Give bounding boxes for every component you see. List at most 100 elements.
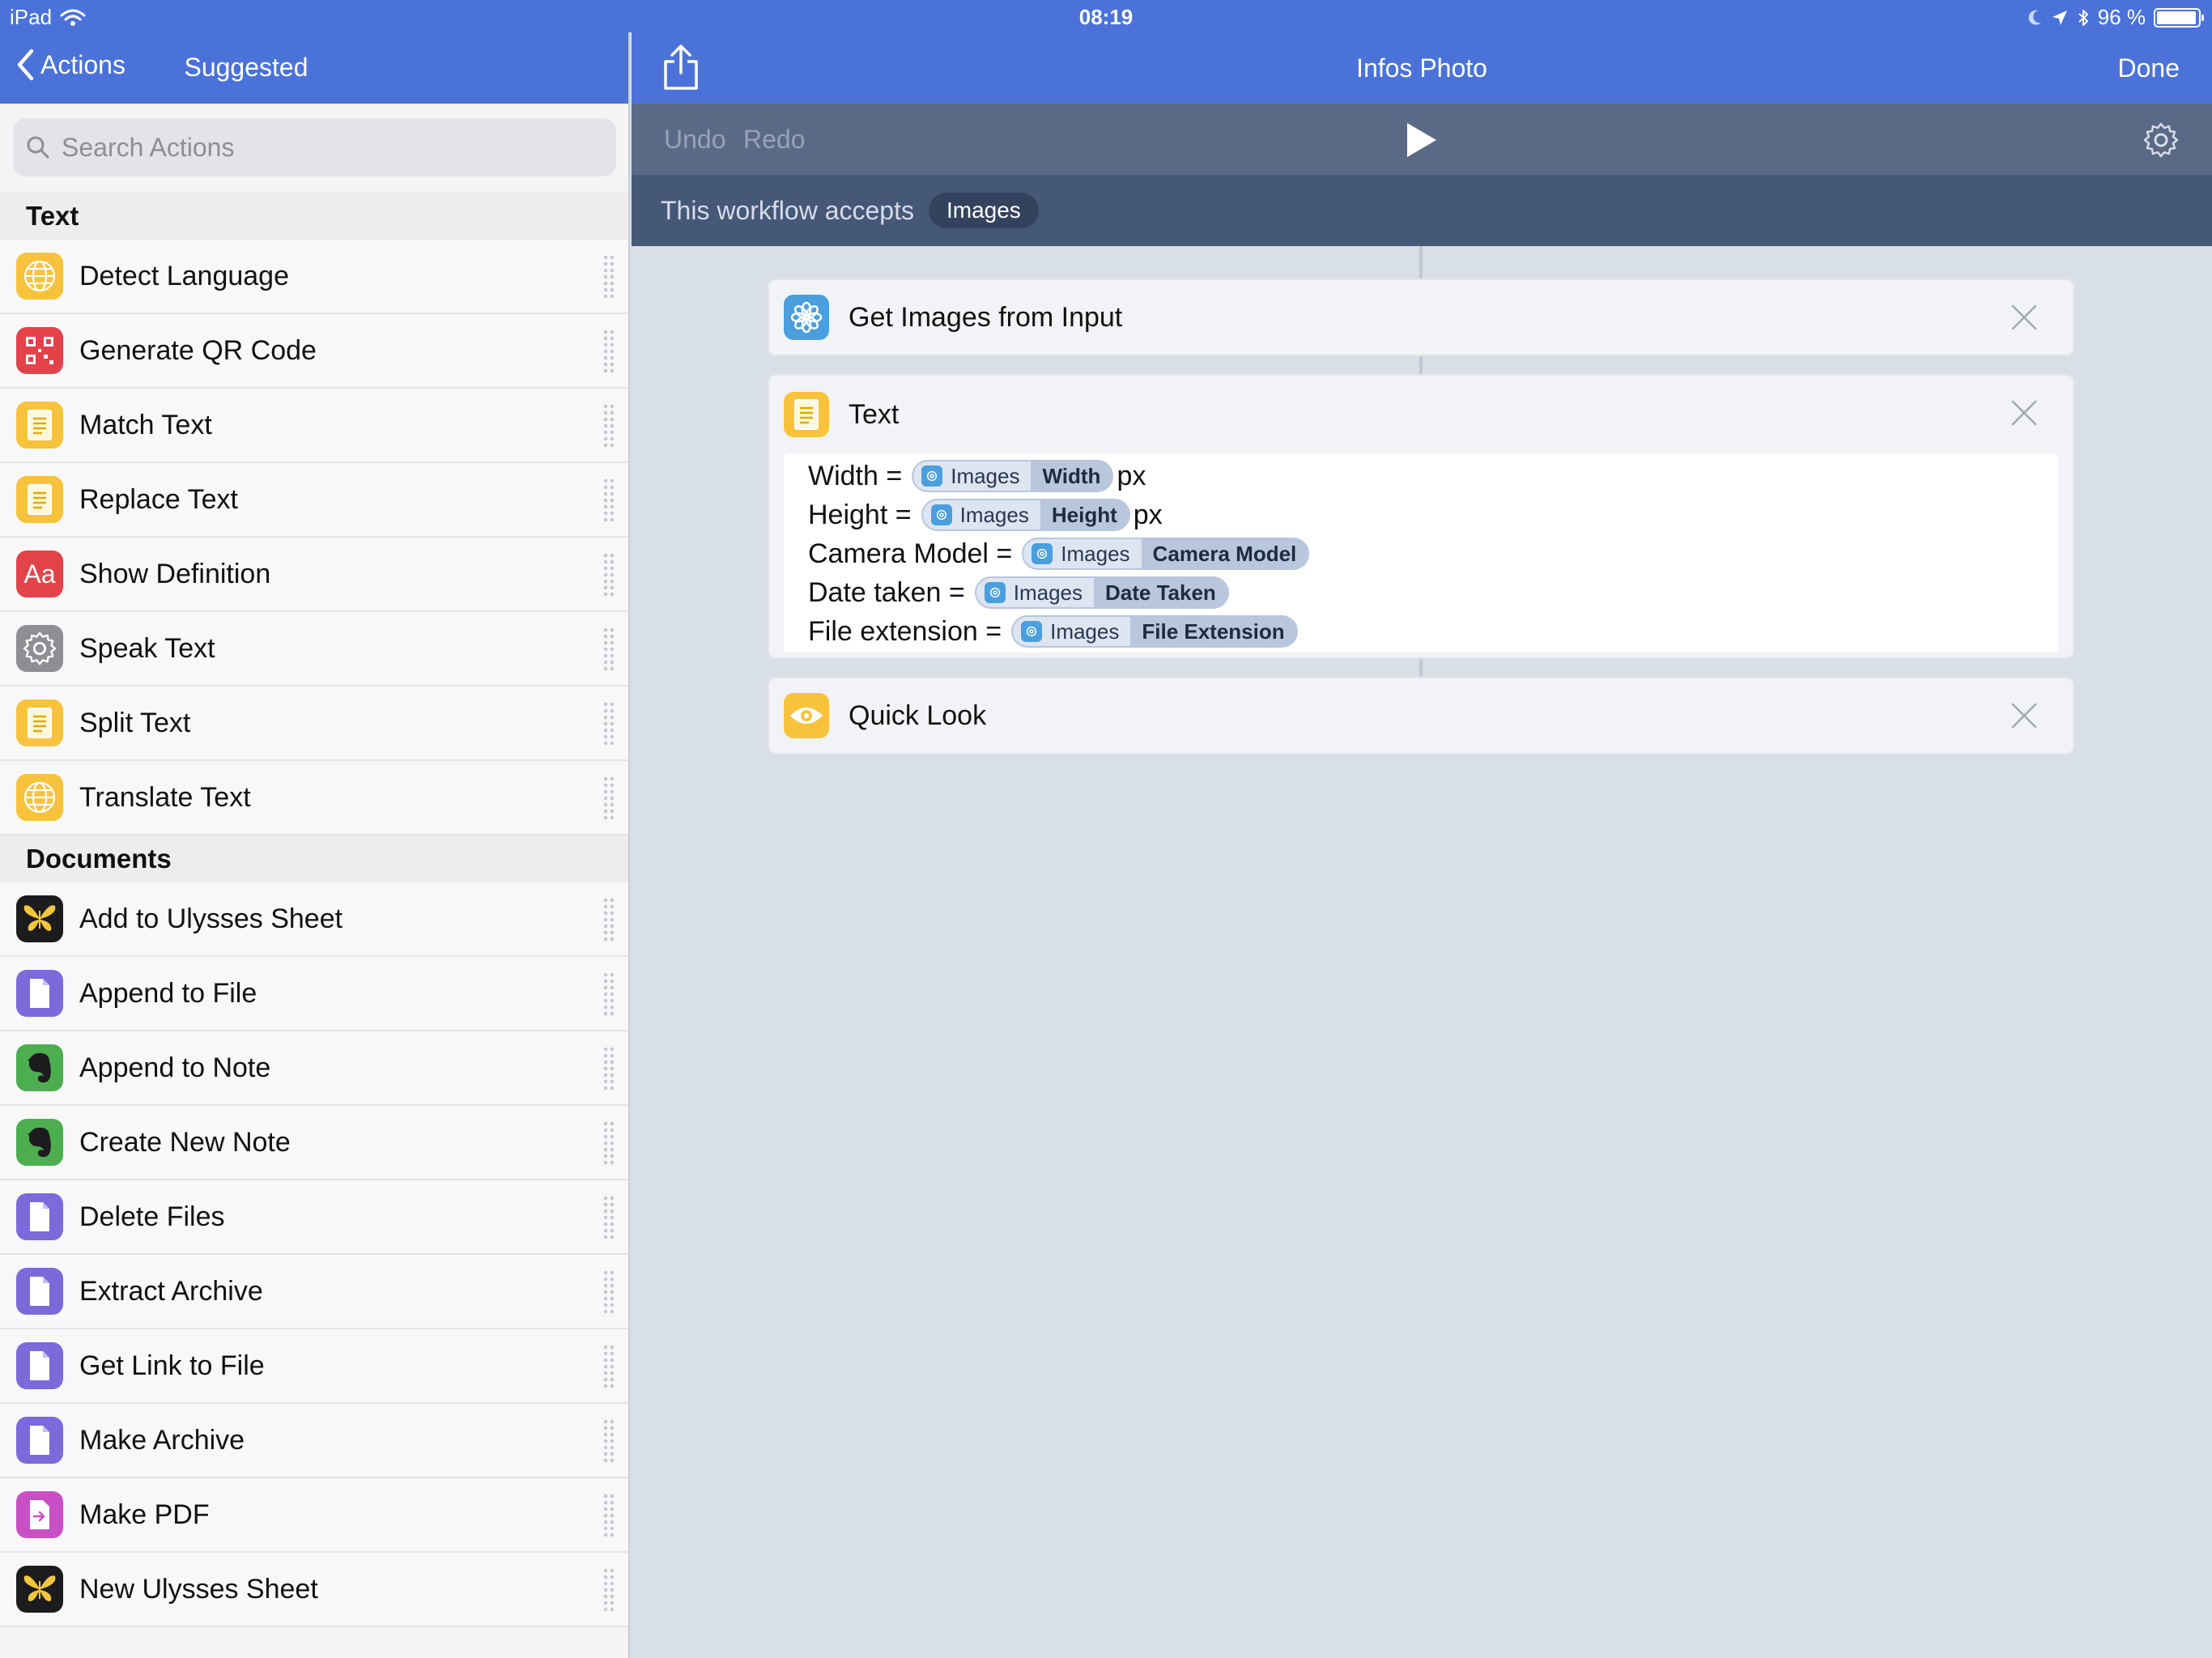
flower-icon [984,582,1006,603]
action-row[interactable]: Append to File [0,957,628,1031]
connector-line [1419,356,1423,374]
undo-button[interactable]: Undo [664,125,726,155]
play-icon[interactable] [1401,120,1441,160]
action-row[interactable]: Append to Note [0,1031,628,1106]
action-card-get-images[interactable]: Get Images from Input [768,278,2074,356]
action-row[interactable]: Extract Archive [0,1255,628,1329]
moon-icon [2028,10,2041,25]
search-input[interactable] [62,132,547,163]
gear-icon[interactable] [2142,121,2180,159]
action-row[interactable]: Aa Show Definition [0,538,628,612]
action-label: Make Archive [79,1424,245,1456]
drag-handle-icon[interactable] [602,478,615,523]
action-label: Get Link to File [79,1350,265,1381]
drag-handle-icon[interactable] [602,1493,615,1538]
variable-source: Images [1013,619,1130,644]
file-icon [16,1268,63,1315]
text-doc-icon [16,699,63,746]
action-label: Extract Archive [79,1275,263,1307]
action-row[interactable]: Add to Ulysses Sheet [0,882,628,957]
variable-pill[interactable]: Images Height [921,499,1130,531]
action-label: Add to Ulysses Sheet [79,903,343,934]
drag-handle-icon[interactable] [602,776,615,821]
action-label: Delete Files [79,1201,225,1232]
location-arrow-icon [2052,10,2067,25]
drag-handle-icon[interactable] [602,1195,615,1240]
flower-icon [921,466,943,487]
drag-handle-icon[interactable] [602,971,615,1017]
close-icon[interactable] [2010,398,2039,427]
drag-handle-icon[interactable] [602,1120,615,1166]
action-row[interactable]: Detect Language [0,240,628,314]
action-row[interactable]: Make PDF [0,1478,628,1553]
close-icon[interactable] [2010,701,2039,730]
action-row[interactable]: Get Link to File [0,1329,628,1404]
action-row[interactable]: Split Text [0,687,628,761]
text-key: Camera Model = [808,538,1013,569]
action-row[interactable]: Delete Files [0,1180,628,1255]
done-button[interactable]: Done [2118,53,2180,83]
qr-code-icon [16,327,63,374]
action-card-quick-look[interactable]: Quick Look [768,677,2074,755]
file-icon [16,1417,63,1464]
variable-source-label: Images [1013,580,1083,605]
search-field[interactable] [13,118,616,176]
text-doc-icon [16,476,63,523]
text-line: Height = Images Height px [808,495,2058,534]
action-label: New Ulysses Sheet [79,1573,318,1605]
action-list: Text Detect Language Generate QR Code Match… [0,193,628,1627]
variable-pill[interactable]: Images Camera Model [1022,538,1310,570]
drag-handle-icon[interactable] [602,1046,615,1091]
drag-handle-icon[interactable] [602,1269,615,1315]
action-row[interactable]: Create New Note [0,1106,628,1180]
workflow-input-bar: This workflow accepts Images [632,175,2212,246]
action-label: Replace Text [79,483,238,515]
actions-sidebar: Actions Suggested Text Detect Language Gen… [0,0,630,1658]
drag-handle-icon[interactable] [602,1567,615,1613]
accepts-type-pill[interactable]: Images [928,193,1039,228]
action-row[interactable]: Generate QR Code [0,314,628,389]
section-header: Documents [0,835,628,882]
gear-icon [16,625,63,672]
text-editor[interactable]: Width = Images Width px Height = Images Height… [784,453,2058,653]
action-row[interactable]: New Ulysses Sheet [0,1553,628,1627]
redo-button[interactable]: Redo [743,125,806,155]
pdf-icon [16,1491,63,1538]
action-row[interactable]: Make Archive [0,1404,628,1478]
variable-source-label: Images [1061,541,1130,566]
eye-icon [784,693,829,738]
action-card-text[interactable]: Text Width = Images Width px Height = Images H… [768,374,2074,659]
text-key: Height = [808,499,912,530]
variable-pill[interactable]: Images Width [912,460,1114,492]
drag-handle-icon[interactable] [602,897,615,942]
clock: 08:19 [1078,5,1134,29]
text-line: Width = Images Width px [808,457,2058,495]
variable-source-label: Images [951,463,1020,488]
workflow-editor: Infos Photo Done Undo Redo This workflow… [632,0,2212,1658]
flower-icon [784,295,829,340]
action-label: Make PDF [79,1499,210,1530]
variable-property: Date Taken [1094,578,1227,607]
drag-handle-icon[interactable] [602,701,615,746]
action-row[interactable]: Match Text [0,389,628,463]
action-row[interactable]: Translate Text [0,761,628,835]
globe-icon [16,253,63,300]
drag-handle-icon[interactable] [602,254,615,300]
variable-pill[interactable]: Images File Extension [1011,615,1298,648]
file-icon [16,1193,63,1240]
action-row[interactable]: Replace Text [0,463,628,538]
action-label: Show Definition [79,558,271,589]
text-line: Date taken = Images Date Taken [808,573,2058,612]
drag-handle-icon[interactable] [602,552,615,597]
text-line: File extension = Images File Extension [808,612,2058,651]
drag-handle-icon[interactable] [602,403,615,449]
drag-handle-icon[interactable] [602,627,615,672]
close-icon[interactable] [2010,303,2039,332]
action-row[interactable]: Speak Text [0,612,628,687]
action-title: Quick Look [849,699,987,731]
drag-handle-icon[interactable] [602,1344,615,1389]
drag-handle-icon[interactable] [602,1418,615,1464]
variable-pill[interactable]: Images Date Taken [974,576,1229,609]
variable-source: Images [923,503,1040,528]
drag-handle-icon[interactable] [602,329,615,374]
